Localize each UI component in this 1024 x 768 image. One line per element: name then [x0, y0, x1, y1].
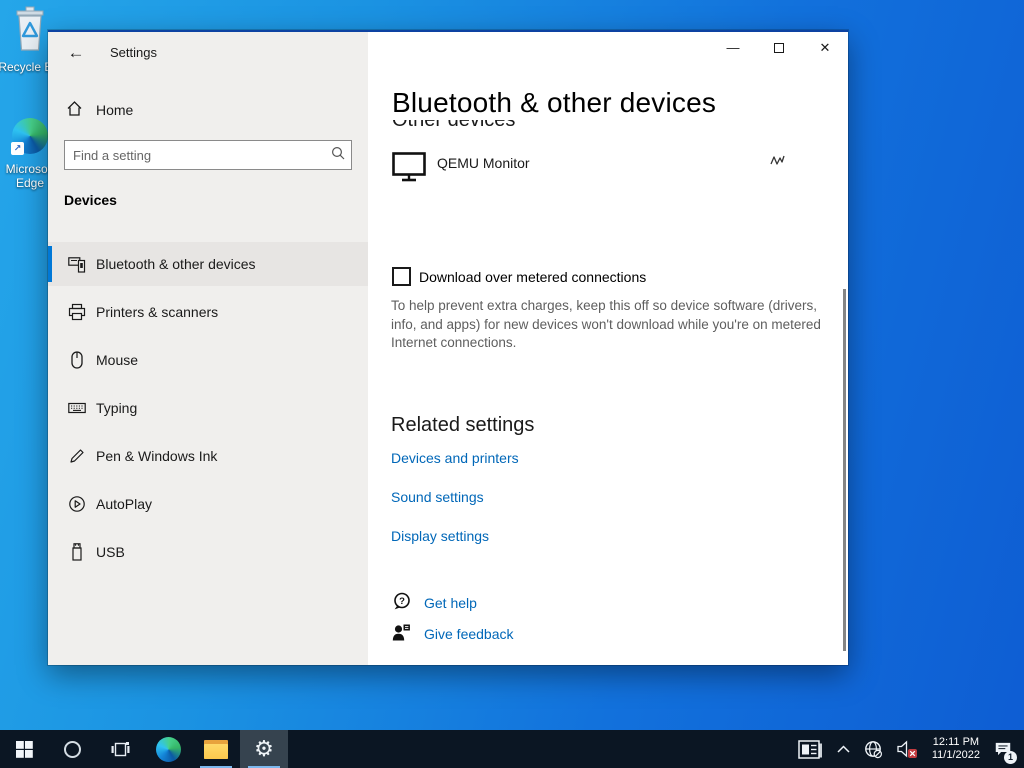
usb-icon: [68, 543, 86, 561]
chevron-up-icon: [837, 745, 850, 753]
sidebar-section-heading: Devices: [64, 192, 117, 208]
sidebar-item-mouse[interactable]: Mouse: [48, 338, 368, 382]
action-center-button[interactable]: 1: [988, 730, 1018, 768]
minimize-button[interactable]: —: [710, 32, 756, 63]
taskbar-settings-button[interactable]: ⚙: [240, 730, 288, 768]
devices-icon: [68, 255, 86, 273]
file-explorer-icon: [204, 739, 228, 759]
home-icon: [66, 100, 84, 118]
speaker-muted-icon: [897, 740, 917, 758]
clock-time: 12:11 PM: [932, 736, 980, 748]
link-devices-and-printers[interactable]: Devices and printers: [391, 450, 519, 466]
back-button[interactable]: ←: [62, 40, 90, 66]
globe-no-internet-icon: [864, 740, 882, 758]
task-view-button[interactable]: [96, 730, 144, 768]
sidebar-item-printers[interactable]: Printers & scanners: [48, 290, 368, 334]
shortcut-arrow-icon: ↗: [11, 142, 24, 155]
svg-text:?: ?: [399, 596, 405, 607]
metered-description: To help prevent extra charges, keep this…: [391, 298, 821, 350]
sidebar-item-label: Bluetooth & other devices: [96, 256, 256, 272]
taskbar-file-explorer-button[interactable]: [192, 730, 240, 768]
edge-icon: ↗: [11, 118, 48, 155]
autoplay-icon: [68, 495, 86, 513]
printer-icon: [68, 303, 86, 321]
link-display-settings[interactable]: Display settings: [391, 528, 489, 544]
sidebar-item-pen[interactable]: Pen & Windows Ink: [48, 434, 368, 478]
volume-button[interactable]: [890, 730, 924, 768]
sidebar-item-label: Typing: [96, 400, 138, 416]
mouse-cursor: [770, 154, 787, 172]
keyboard-icon: [68, 399, 86, 417]
sidebar-item-label: Pen & Windows Ink: [96, 448, 218, 464]
maximize-button[interactable]: [756, 32, 802, 63]
news-icon: [798, 739, 822, 759]
pen-icon: [68, 447, 86, 465]
recycle-bin-icon: [11, 6, 49, 56]
get-help-link[interactable]: Get help: [424, 595, 477, 611]
give-feedback-link[interactable]: Give feedback: [424, 626, 514, 642]
scrollbar-thumb[interactable]: [843, 289, 846, 651]
search-input[interactable]: [65, 147, 325, 163]
cortana-button[interactable]: [48, 730, 96, 768]
news-widget-button[interactable]: [791, 730, 830, 768]
metered-checkbox-label[interactable]: Download over metered connections: [419, 269, 646, 285]
get-help-icon: ?: [392, 592, 411, 611]
home-label: Home: [96, 102, 134, 118]
mouse-icon: [68, 351, 86, 369]
sidebar-item-label: USB: [96, 544, 125, 560]
settings-gear-icon: ⚙: [254, 736, 274, 761]
cortana-circle-icon: [63, 740, 81, 758]
sidebar-item-label: Printers & scanners: [96, 304, 219, 320]
edge-icon: [155, 736, 181, 762]
titlebar-left: ← Settings: [48, 32, 368, 72]
close-button[interactable]: ✕: [802, 32, 848, 63]
metered-connections-checkbox[interactable]: [392, 267, 411, 286]
other-devices-heading-clipped: Other devices: [392, 120, 516, 131]
network-status-button[interactable]: [857, 730, 890, 768]
sidebar-item-autoplay[interactable]: AutoPlay: [48, 482, 368, 526]
related-settings-heading: Related settings: [391, 414, 535, 436]
taskbar: ⚙ 12:11 PM 11/1/2022 1: [0, 730, 1024, 768]
window-controls: — ✕: [710, 32, 848, 63]
window-title: Settings: [110, 45, 157, 60]
maximize-icon: [774, 42, 784, 53]
link-sound-settings[interactable]: Sound settings: [391, 489, 484, 505]
give-feedback-icon: [392, 623, 411, 642]
system-tray: 12:11 PM 11/1/2022 1: [791, 730, 1024, 768]
sidebar-item-home[interactable]: Home: [48, 94, 368, 126]
device-name[interactable]: QEMU Monitor: [437, 155, 530, 171]
monitor-icon: [392, 152, 427, 187]
show-hidden-icons-button[interactable]: [830, 730, 857, 768]
taskbar-edge-button[interactable]: [144, 730, 192, 768]
sidebar-item-bluetooth[interactable]: Bluetooth & other devices: [48, 242, 368, 286]
page-title: Bluetooth & other devices: [392, 87, 717, 118]
sidebar-item-label: Mouse: [96, 352, 139, 368]
sidebar-item-label: AutoPlay: [96, 496, 153, 512]
taskbar-clock[interactable]: 12:11 PM 11/1/2022: [924, 736, 988, 762]
sidebar-item-typing[interactable]: Typing: [48, 386, 368, 430]
settings-content: — ✕ Bluetooth & other devices Other devi…: [368, 32, 848, 665]
notification-badge: 1: [1004, 751, 1017, 764]
settings-window: ← Settings Home Devices Bluetooth & othe…: [48, 30, 848, 665]
sidebar-item-usb[interactable]: USB: [48, 530, 368, 574]
windows-logo-icon: [15, 740, 33, 758]
clock-date: 11/1/2022: [931, 749, 980, 761]
sidebar-nav: Bluetooth & other devices Printers & sca…: [48, 242, 368, 578]
task-view-icon: [111, 741, 129, 756]
search-icon[interactable]: [325, 146, 351, 165]
search-box: [64, 140, 352, 170]
settings-sidebar: ← Settings Home Devices Bluetooth & othe…: [48, 32, 368, 665]
start-button[interactable]: [0, 730, 48, 768]
